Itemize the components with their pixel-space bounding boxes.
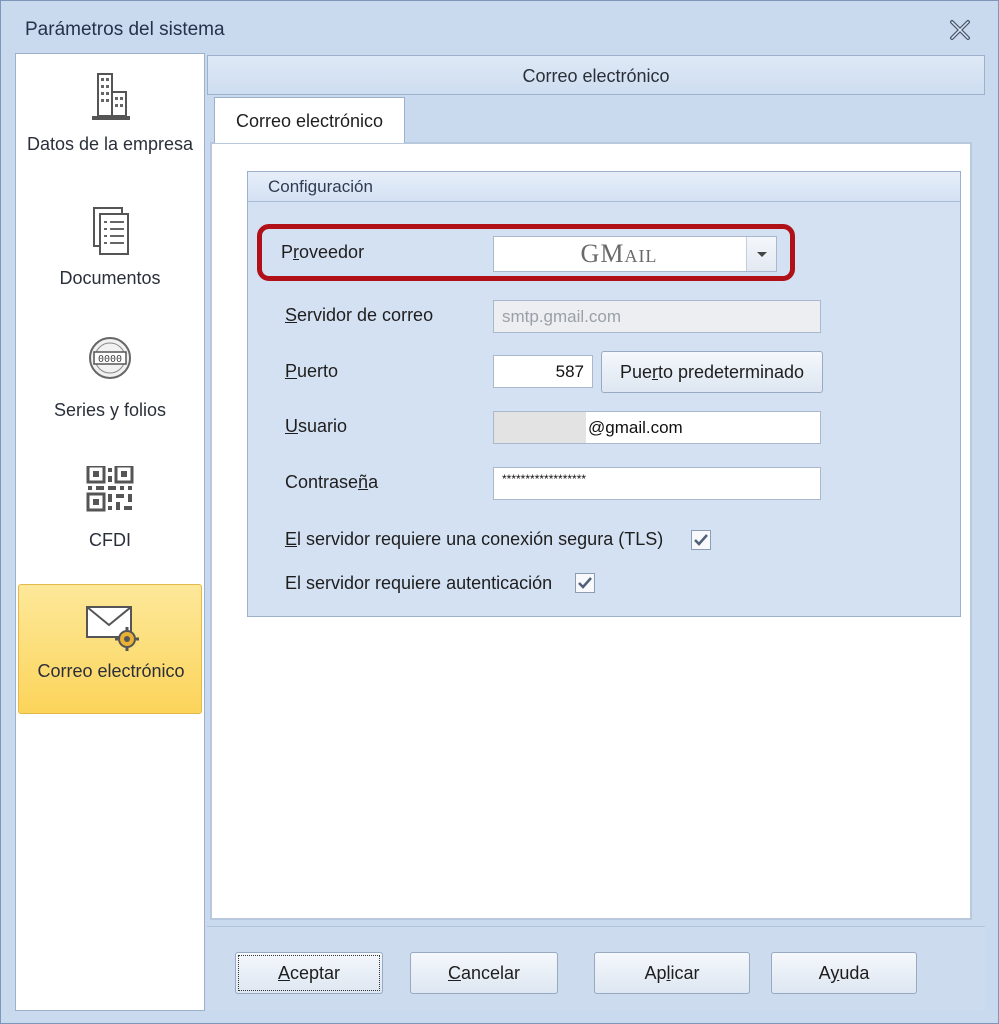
close-button[interactable]	[945, 17, 975, 43]
password-input[interactable]: ******************	[493, 467, 821, 500]
provider-select[interactable]: GMail	[493, 236, 777, 272]
window-title: Parámetros del sistema	[25, 19, 225, 40]
tls-label: El servidor requiere una conexión segura…	[285, 529, 664, 549]
envelope-gear-icon	[86, 606, 139, 651]
port-input[interactable]: 587	[493, 355, 593, 388]
sidebar-item-label: Correo electrónico	[37, 661, 185, 681]
sidebar-item-company-data[interactable]: Datos de la empresa	[18, 68, 202, 198]
chevron-down-icon	[757, 252, 767, 257]
qr-code-icon	[86, 466, 134, 512]
group-title: Configuración	[248, 172, 960, 202]
provider-value: GMail	[580, 239, 658, 268]
tab-email[interactable]: Correo electrónico	[214, 97, 405, 143]
sidebar-nav: Datos de la empresa Documentos 0000 Seri…	[15, 53, 205, 1011]
server-input: smtp.gmail.com	[493, 300, 821, 333]
default-port-button[interactable]: Puerto predeterminado	[601, 351, 823, 393]
sidebar-item-documents[interactable]: Documentos	[18, 204, 202, 334]
checkmark-icon	[578, 577, 592, 589]
auth-label: El servidor requiere autenticación	[285, 573, 553, 593]
server-label: Servidor de correo	[285, 305, 434, 325]
sidebar-item-label: Series y folios	[53, 400, 167, 420]
sidebar-item-cfdi[interactable]: CFDI	[18, 466, 202, 596]
redacted-area	[494, 412, 586, 443]
panel-header: Correo electrónico	[207, 55, 985, 95]
password-label: Contraseña	[285, 472, 379, 492]
auth-checkbox[interactable]	[575, 573, 595, 593]
system-parameters-window: Parámetros del sistema Datos de la empre…	[0, 0, 999, 1024]
documents-icon	[93, 207, 129, 255]
sidebar-item-label: Documentos	[59, 268, 161, 288]
sidebar-item-label: CFDI	[89, 530, 131, 550]
sidebar-item-email[interactable]: Correo electrónico	[18, 584, 202, 714]
counter-icon: 0000	[89, 337, 131, 379]
provider-label: Proveedor	[281, 242, 365, 262]
cancel-button[interactable]: Cancelar	[410, 952, 558, 994]
user-label: Usuario	[285, 416, 348, 436]
user-input[interactable]: @gmail.com	[493, 411, 821, 444]
building-icon	[92, 73, 130, 120]
checkmark-icon	[694, 534, 708, 546]
svg-text:0000: 0000	[98, 354, 122, 365]
help-button[interactable]: Ayuda	[771, 952, 917, 994]
close-icon	[950, 20, 970, 40]
tls-checkbox[interactable]	[691, 530, 711, 550]
title-bar: Parámetros del sistema	[1, 1, 998, 53]
provider-dropdown-button[interactable]	[746, 237, 776, 271]
sidebar-item-series-folios[interactable]: 0000 Series y folios	[18, 336, 202, 466]
port-label: Puerto	[285, 361, 339, 381]
accept-button[interactable]: Aceptar	[235, 952, 383, 994]
apply-button[interactable]: Aplicar	[594, 952, 750, 994]
sidebar-item-label: Datos de la empresa	[26, 134, 194, 154]
